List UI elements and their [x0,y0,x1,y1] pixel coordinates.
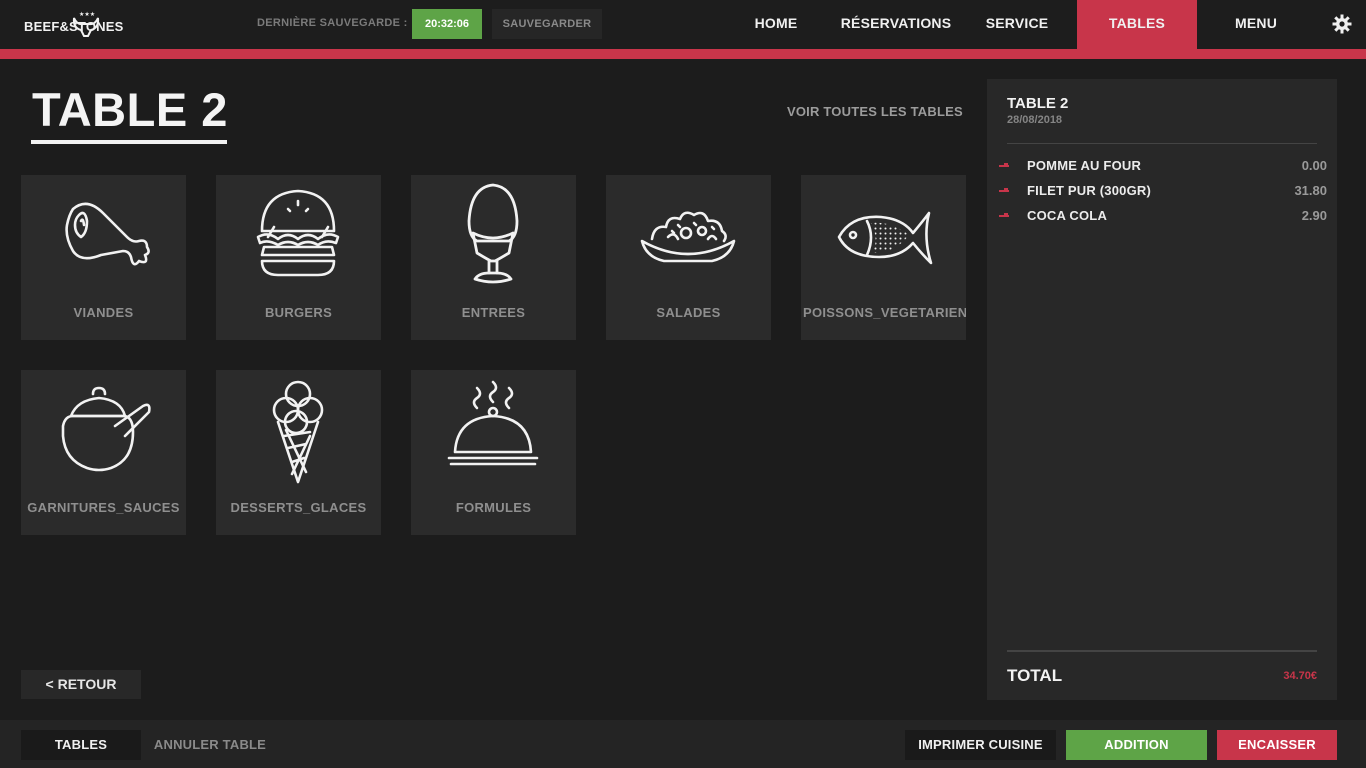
category-label: VIANDES [73,305,134,320]
nav-service[interactable]: SERVICE [977,0,1057,49]
gear-icon[interactable] [1332,14,1352,34]
nav-menu[interactable]: MENU [1216,0,1296,49]
page-title: TABLE 2 [32,83,228,136]
category-label: DESSERTS_GLACES [230,500,367,515]
total-value: 34.70€ [1283,670,1317,682]
nav-home[interactable]: HOME [736,0,816,49]
order-date: 28/08/2018 [1007,114,1063,126]
category-tile-garnitures[interactable]: GARNITURES_SAUCES [21,370,186,535]
svg-text:★★★: ★★★ [79,11,95,18]
salad-icon [640,211,736,263]
order-item: FILET PUR (300GR) 31.80 [999,182,1327,202]
fish-icon [837,211,933,265]
save-button[interactable]: SAUVEGARDER [492,9,602,39]
print-kitchen-button[interactable]: IMPRIMER CUISINE [905,730,1056,760]
tables-button[interactable]: TABLES [21,730,141,760]
cloche-icon [447,380,539,466]
category-tile-viandes[interactable]: VIANDES [21,175,186,340]
ice-cream-icon [272,380,324,484]
category-tile-desserts[interactable]: DESSERTS_GLACES [216,370,381,535]
order-item-price: 2.90 [1301,208,1327,223]
last-save-label: DERNIÈRE SAUVEGARDE : [257,17,408,29]
bottom-action-bar: TABLES ANNULER TABLE IMPRIMER CUISINE AD… [0,720,1366,768]
category-label: GARNITURES_SAUCES [27,500,180,515]
order-item: COCA COLA 2.90 [999,207,1327,227]
divider [1007,143,1317,144]
sauce-pot-icon [61,386,151,472]
order-item-price: 31.80 [1294,183,1327,198]
category-tile-burgers[interactable]: BURGERS [216,175,381,340]
last-save-time: 20:32:06 [412,9,482,39]
remove-item-icon[interactable] [999,188,1009,192]
remove-item-icon[interactable] [999,163,1009,167]
order-item-name: POMME AU FOUR [1027,158,1142,173]
category-label: ENTREES [461,305,526,320]
order-item: POMME AU FOUR 0.00 [999,157,1327,177]
order-panel: TABLE 2 28/08/2018 POMME AU FOUR 0.00 FI… [987,79,1337,700]
category-tile-poissons[interactable]: POISSONS_VEGETARIEN [801,175,966,340]
total-label: TOTAL [1007,666,1063,685]
order-item-name: COCA COLA [1027,208,1108,223]
category-label: SALADES [656,305,721,320]
divider [1007,650,1317,652]
order-item-price: 0.00 [1301,158,1327,173]
order-item-name: FILET PUR (300GR) [1027,183,1152,198]
egg-icon [467,183,519,284]
ham-icon [65,202,150,266]
burger-icon [256,189,340,277]
category-label: BURGERS [264,305,333,320]
order-table-title: TABLE 2 [1007,95,1069,112]
cash-in-button[interactable]: ENCAISSER [1217,730,1337,760]
see-all-tables-link[interactable]: VOIR TOUTES LES TABLES [787,104,963,119]
cancel-table-button[interactable]: ANNULER TABLE [148,730,272,760]
addition-button[interactable]: ADDITION [1066,730,1207,760]
title-underline [31,140,227,144]
accent-stripe [0,49,1366,59]
back-button[interactable]: < RETOUR [21,670,141,699]
category-tile-formules[interactable]: FORMULES [411,370,576,535]
category-tile-entrees[interactable]: ENTREES [411,175,576,340]
nav-reservations[interactable]: RÉSERVATIONS [836,0,956,49]
remove-item-icon[interactable] [999,213,1009,217]
nav-tables[interactable]: TABLES [1077,0,1197,49]
category-label: POISSONS_VEGETARIEN [803,305,966,320]
category-tile-salades[interactable]: SALADES [606,175,771,340]
logo-text: BEEF&STONES [24,19,124,34]
top-bar: ★★★ BEEF&STONES DERNIÈRE SAUVEGARDE : 20… [0,0,1366,49]
brand-logo[interactable]: ★★★ BEEF&STONES [24,8,140,40]
category-label: FORMULES [455,500,532,515]
